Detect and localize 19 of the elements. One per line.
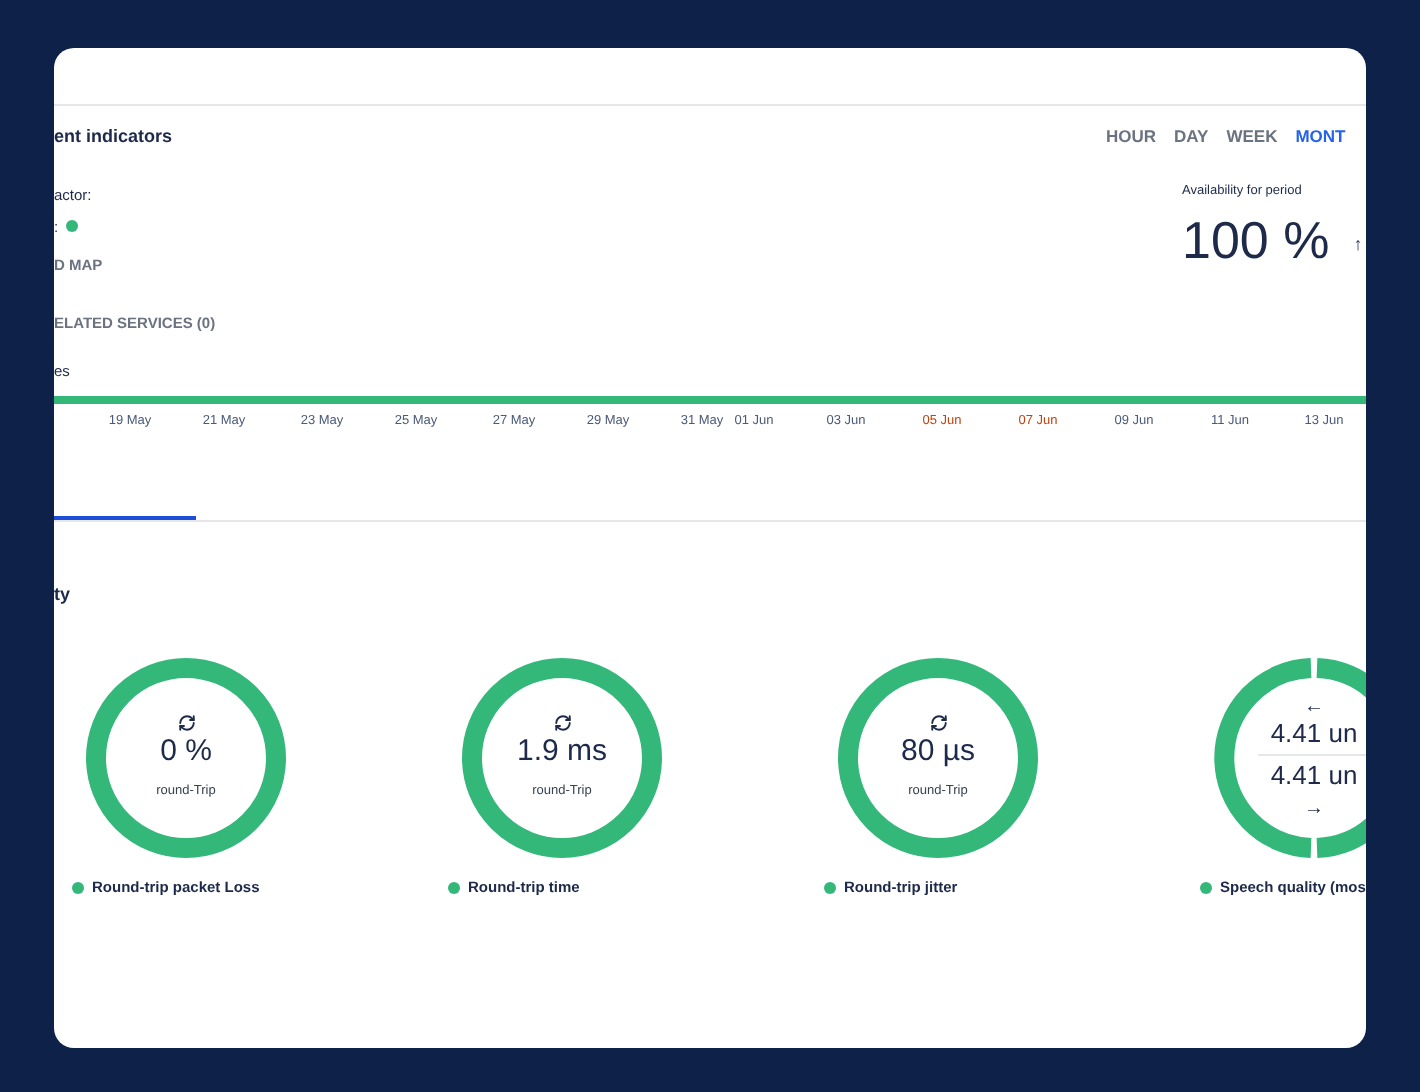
refresh-icon (177, 714, 195, 733)
period-tab[interactable]: DAY (1174, 124, 1209, 150)
refresh-icon (929, 714, 947, 733)
left-arrow: ← (1304, 697, 1324, 717)
gauge-value: 4.41 un (1270, 717, 1358, 749)
availability-value: 100 % (1182, 209, 1330, 269)
period-tab[interactable]: WEEK (1226, 124, 1278, 150)
period-tab[interactable]: HOUR (1106, 124, 1157, 150)
gauge-value: 4.41 un (1270, 759, 1358, 791)
gauge-value: 80 µs (901, 734, 975, 771)
right-arrow: → (1304, 799, 1324, 819)
section-title: ty (54, 581, 73, 608)
gauge-value: 1.9 ms (516, 734, 607, 771)
gauge-value: 0 % (160, 734, 212, 771)
section-title: ent indicators (54, 124, 175, 150)
trend-arrow: ↑ (1353, 231, 1363, 258)
tab-indicator[interactable] (54, 515, 196, 519)
refresh-icon (553, 714, 571, 733)
period-tab[interactable]: MONT (1295, 124, 1346, 150)
